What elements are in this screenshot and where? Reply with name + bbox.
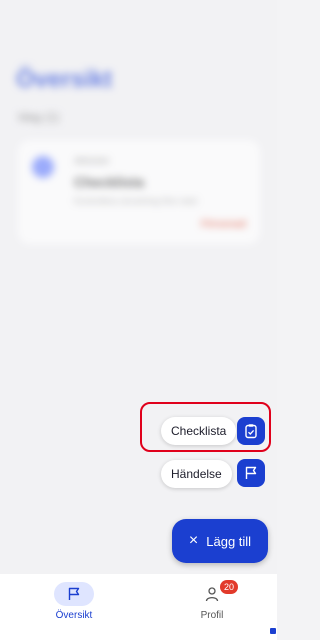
tab-profile[interactable]: 20 Profil (172, 580, 252, 621)
event-button[interactable] (237, 459, 265, 487)
fab-label: Lägg till (206, 533, 252, 549)
add-fab-button[interactable]: × Lägg till (172, 519, 268, 563)
flag-icon (68, 587, 80, 600)
notification-badge: 20 (220, 580, 239, 594)
close-icon: × (188, 532, 199, 549)
bottom-tab-bar: Översikt 20 Profil (0, 574, 277, 640)
home-indicator-icon (270, 628, 276, 634)
event-label[interactable]: Händelse (161, 460, 232, 488)
tab-overview-label: Översikt (55, 610, 93, 621)
tab-profile-label: Profil (200, 610, 224, 621)
flag-icon (245, 466, 257, 479)
person-icon (205, 587, 219, 602)
checklist-highlight (140, 402, 271, 452)
tab-overview[interactable]: Översikt (34, 582, 114, 621)
